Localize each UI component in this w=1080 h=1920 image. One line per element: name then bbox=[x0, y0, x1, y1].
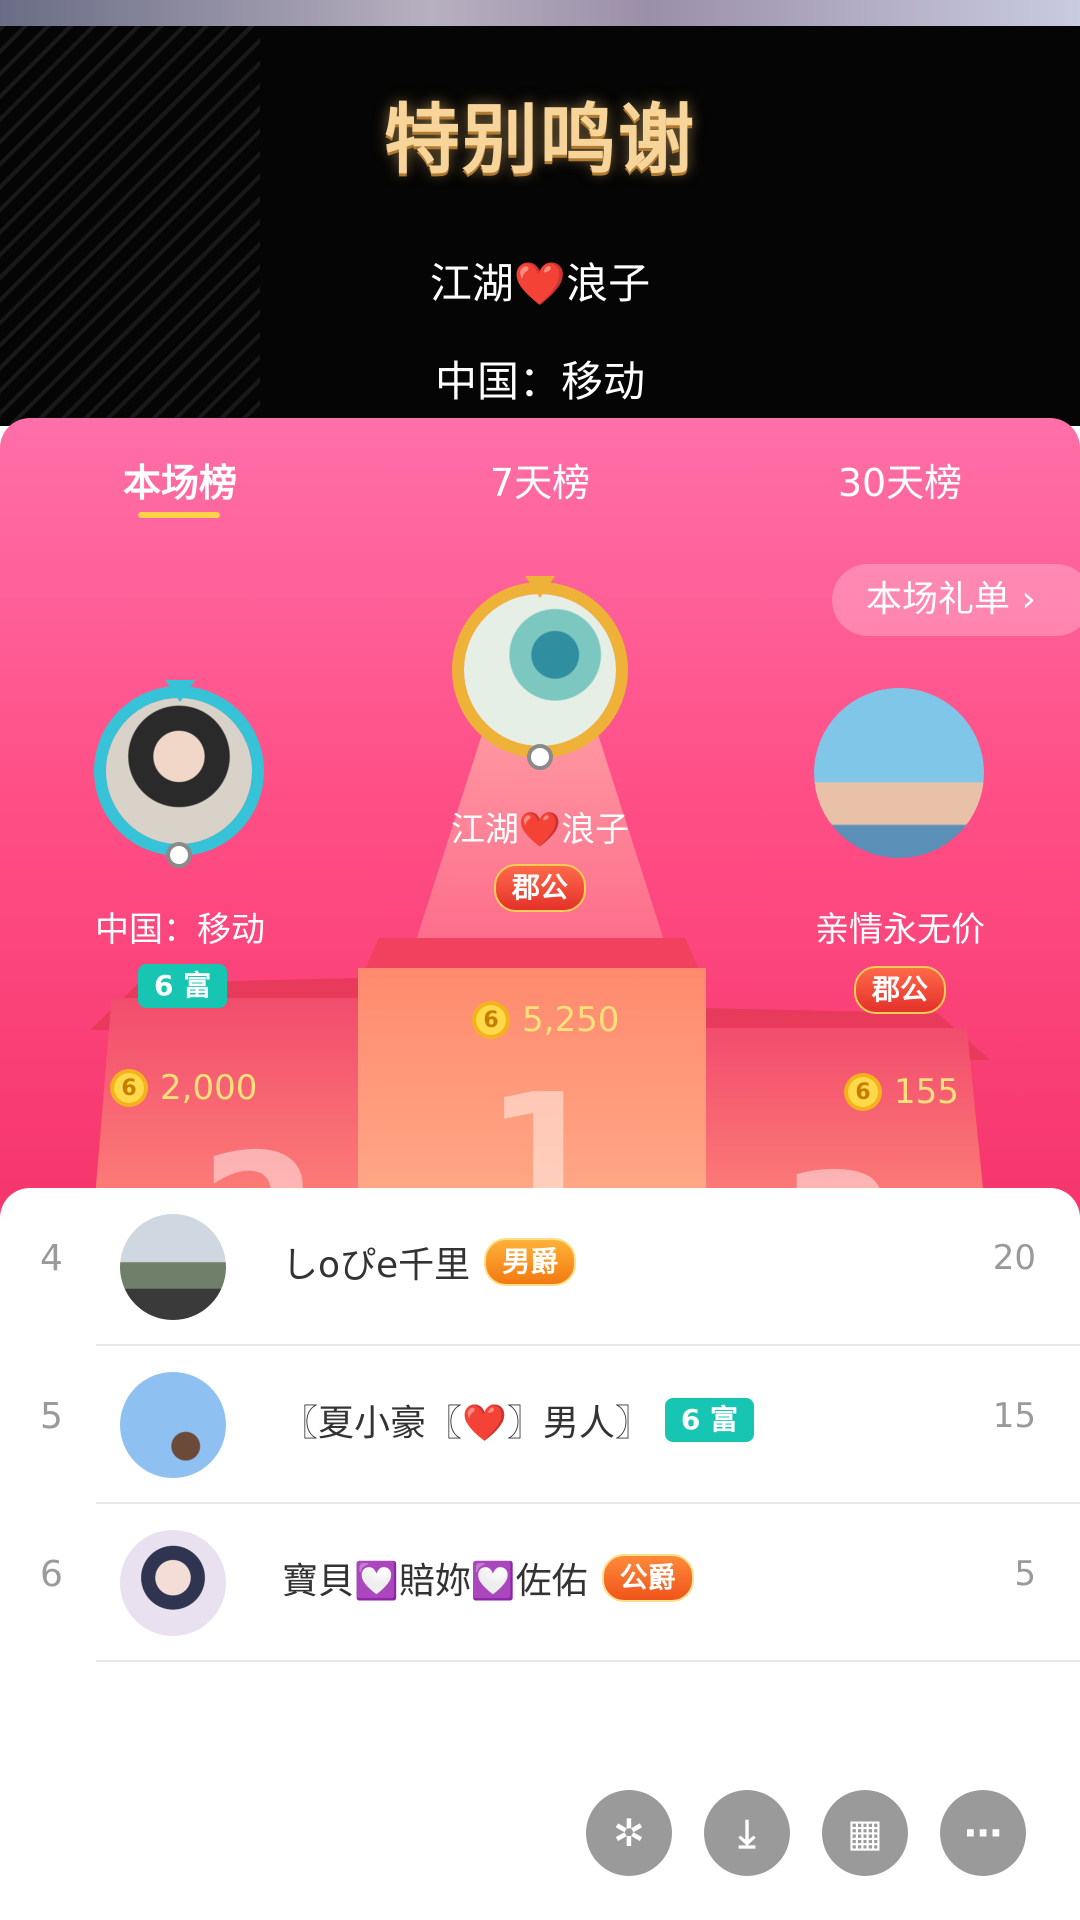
thanks-user-name: 江湖❤️浪子 bbox=[429, 259, 651, 308]
third-place-name: 亲情永无价 bbox=[815, 910, 985, 950]
avatar-image bbox=[106, 698, 252, 844]
grid-icon[interactable]: ▦ bbox=[822, 1790, 908, 1876]
tab-7-days[interactable]: 7天榜 bbox=[420, 452, 660, 507]
list-item-name: 寶貝💟賠妳💟佐佑 公爵 bbox=[282, 1552, 694, 1604]
user-name: 〖夏小豪〖❤️〗男人〗 bbox=[282, 1403, 651, 1444]
thanks-header: 特别鸣谢 江湖❤️浪子 中国：移动 bbox=[0, 26, 1080, 426]
wealth-badge: 6 富 bbox=[664, 1398, 755, 1442]
coin-amount: 2,000 bbox=[160, 1068, 258, 1108]
avatar-image bbox=[814, 688, 984, 858]
ring-knob-icon bbox=[166, 842, 192, 868]
avatar-first-place[interactable] bbox=[452, 582, 628, 758]
rank-badge-nanjue: 男爵 bbox=[484, 1238, 577, 1286]
list-item-name: 〖夏小豪〖❤️〗男人〗 6 富 bbox=[282, 1394, 755, 1446]
active-tab-underline bbox=[138, 512, 220, 518]
rank-badge-jungong: 郡公 bbox=[494, 864, 587, 912]
first-place-coins: 6 5,250 bbox=[472, 1000, 619, 1040]
avatar[interactable] bbox=[120, 1530, 226, 1636]
download-icon[interactable]: ⤓ bbox=[704, 1790, 790, 1876]
more-icon[interactable]: ⋯ bbox=[940, 1790, 1026, 1876]
list-item[interactable]: 5 〖夏小豪〖❤️〗男人〗 6 富 15 bbox=[0, 1346, 1080, 1504]
wealth-badge: 6 富 bbox=[138, 964, 228, 1008]
coin-icon: 6 bbox=[110, 1069, 148, 1107]
ranking-list: 4 しoぴe千里 男爵 20 5 〖夏小豪〖❤️〗男人〗 6 富 15 6 寶貝… bbox=[0, 1188, 1080, 1920]
coin-icon: 6 bbox=[472, 1001, 510, 1039]
score: 20 bbox=[992, 1238, 1036, 1278]
coin-amount: 5,250 bbox=[522, 1000, 620, 1040]
second-place-name: 中国：移动 bbox=[95, 910, 265, 950]
tab-30-days[interactable]: 30天榜 bbox=[780, 452, 1020, 507]
ranking-panel: 本场榜 7天榜 30天榜 本场礼单 › 2 1 3 中国：移动 6 富 6 2,… bbox=[0, 418, 1080, 1238]
top-image-strip bbox=[0, 0, 1080, 26]
ring-knob-icon bbox=[527, 744, 553, 770]
avatar-image bbox=[464, 594, 616, 746]
rank-badge-gongjue: 公爵 bbox=[601, 1554, 694, 1602]
second-place-coins: 6 2,000 bbox=[110, 1068, 257, 1108]
rank-badge-jungong: 郡公 bbox=[854, 966, 947, 1014]
list-item[interactable]: 6 寶貝💟賠妳💟佐佑 公爵 5 bbox=[0, 1504, 1080, 1662]
tab-this-session[interactable]: 本场榜 bbox=[60, 452, 300, 507]
thanks-user-subtitle: 中国：移动 bbox=[434, 357, 645, 406]
avatar[interactable] bbox=[120, 1214, 226, 1320]
user-name: 寶貝💟賠妳💟佐佑 bbox=[282, 1561, 588, 1602]
divider bbox=[96, 1660, 1080, 1662]
coin-icon: 6 bbox=[844, 1073, 882, 1111]
user-name: しoぴe千里 bbox=[282, 1245, 471, 1286]
sparkle-icon[interactable]: ✲ bbox=[586, 1790, 672, 1876]
rank-number: 6 bbox=[40, 1554, 63, 1595]
third-place-coins: 6 155 bbox=[844, 1072, 959, 1112]
list-item-name: しoぴe千里 男爵 bbox=[282, 1236, 577, 1288]
avatar-second-place[interactable] bbox=[94, 686, 264, 856]
score: 5 bbox=[1014, 1554, 1036, 1594]
ranking-tabs: 本场榜 7天榜 30天榜 bbox=[0, 418, 1080, 538]
avatar-third-place[interactable] bbox=[814, 688, 984, 858]
first-place-name: 江湖❤️浪子 bbox=[450, 810, 630, 850]
coin-amount: 155 bbox=[894, 1072, 959, 1112]
rank-number: 5 bbox=[40, 1396, 63, 1437]
avatar[interactable] bbox=[120, 1372, 226, 1478]
thanks-title: 特别鸣谢 bbox=[384, 95, 696, 184]
list-item[interactable]: 4 しoぴe千里 男爵 20 bbox=[0, 1188, 1080, 1346]
score: 15 bbox=[992, 1396, 1036, 1436]
gift-list-button[interactable]: 本场礼单 › bbox=[832, 564, 1080, 636]
rank-number: 4 bbox=[40, 1238, 63, 1279]
